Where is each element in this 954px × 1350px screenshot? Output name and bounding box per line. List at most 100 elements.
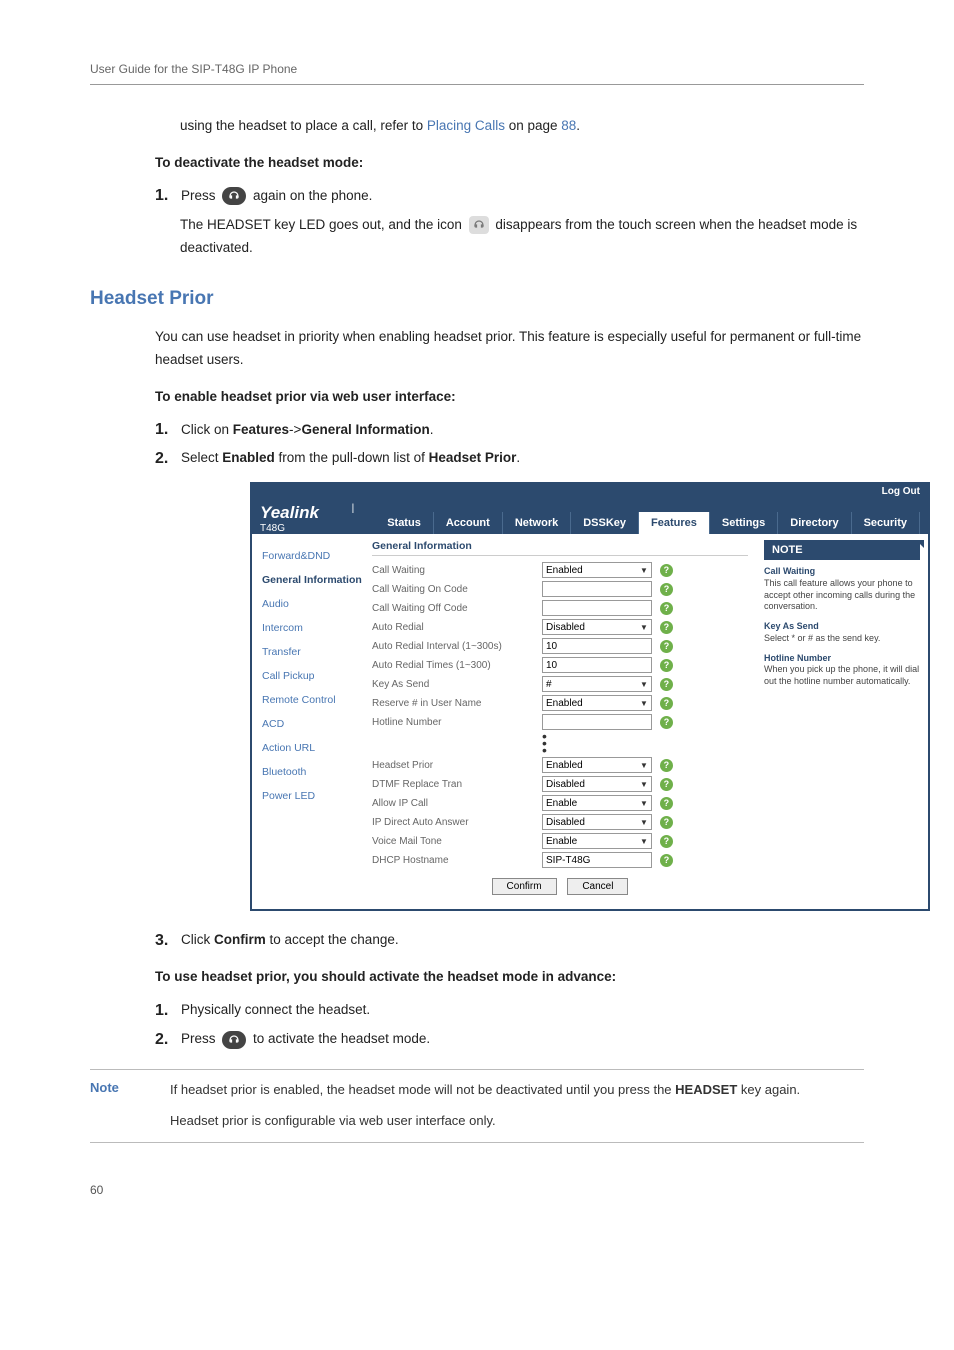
estep3-c: to accept the change. [266, 932, 399, 947]
settings-label: DHCP Hostname [372, 855, 542, 866]
page-88-link[interactable]: 88 [561, 118, 576, 133]
help-icon[interactable]: ? [660, 602, 673, 615]
dropdown-field[interactable] [542, 795, 652, 811]
chevron-down-icon: ▼ [640, 761, 648, 770]
settings-row: Call Waiting On Code? [372, 581, 748, 597]
group-title: General Information [372, 540, 748, 556]
headset-key-icon [222, 187, 246, 205]
estep1-e: . [430, 422, 434, 437]
ustep2-number: 2. [155, 1031, 181, 1049]
logout-link[interactable]: Log Out [882, 486, 920, 497]
page-header: User Guide for the SIP-T48G IP Phone [90, 62, 297, 76]
cancel-button[interactable]: Cancel [567, 878, 628, 895]
section-paragraph: You can use headset in priority when ena… [155, 326, 864, 372]
settings-row: Headset Prior▼? [372, 757, 748, 773]
sidebar-item[interactable]: Forward&DND [252, 544, 372, 568]
main-panel: General Information Call Waiting▼?Call W… [372, 534, 756, 909]
step1-text: Press again on the phone. [181, 185, 864, 208]
dropdown-field[interactable] [542, 562, 652, 578]
estep2-c: from the pull-down list of [275, 450, 429, 465]
sidebar-item[interactable]: Intercom [252, 616, 372, 640]
chevron-down-icon: ▼ [640, 680, 648, 689]
settings-label: Voice Mail Tone [372, 836, 542, 847]
dropdown-field[interactable] [542, 833, 652, 849]
dropdown-field[interactable] [542, 757, 652, 773]
note-panel-head: NOTE [764, 540, 920, 560]
text-field[interactable] [542, 714, 652, 730]
dropdown-field[interactable] [542, 776, 652, 792]
confirm-button[interactable]: Confirm [492, 878, 557, 895]
settings-label: Call Waiting On Code [372, 584, 542, 595]
sidebar-item[interactable]: Audio [252, 592, 372, 616]
help-icon[interactable]: ? [660, 778, 673, 791]
sidebar-item[interactable]: Power LED [252, 784, 372, 808]
note-line2: Headset prior is configurable via web us… [170, 1111, 800, 1132]
sidebar-item[interactable]: Call Pickup [252, 664, 372, 688]
sidebar-item[interactable]: Action URL [252, 736, 372, 760]
help-icon[interactable]: ? [660, 564, 673, 577]
tab-status[interactable]: Status [375, 512, 434, 534]
help-icon[interactable]: ? [660, 640, 673, 653]
help-icon[interactable]: ? [660, 854, 673, 867]
dropdown-field[interactable] [542, 814, 652, 830]
estep3-number: 3. [155, 932, 181, 950]
help-icon[interactable]: ? [660, 659, 673, 672]
settings-row: Key As Send▼? [372, 676, 748, 692]
help-icon[interactable]: ? [660, 835, 673, 848]
estep3-a: Click [181, 932, 214, 947]
help-icon[interactable]: ? [660, 759, 673, 772]
tab-settings[interactable]: Settings [710, 512, 778, 534]
settings-label: Call Waiting Off Code [372, 603, 542, 614]
help-icon[interactable]: ? [660, 583, 673, 596]
help-icon[interactable]: ? [660, 678, 673, 691]
settings-row: Voice Mail Tone▼? [372, 833, 748, 849]
settings-label: Auto Redial Interval (1~300s) [372, 641, 542, 652]
ellipsis-dots: ••• [542, 733, 748, 754]
sidebar-item[interactable]: Bluetooth [252, 760, 372, 784]
estep1-b: Features [233, 422, 289, 437]
settings-row: Auto Redial▼? [372, 619, 748, 635]
chevron-down-icon: ▼ [640, 623, 648, 632]
settings-row: Reserve # in User Name▼? [372, 695, 748, 711]
estep2-e: . [516, 450, 520, 465]
tab-account[interactable]: Account [434, 512, 503, 534]
estep2-a: Select [181, 450, 222, 465]
tab-dsskey[interactable]: DSSKey [571, 512, 639, 534]
intro-text-b: on page [505, 118, 561, 133]
text-field[interactable] [542, 600, 652, 616]
tab-directory[interactable]: Directory [778, 512, 851, 534]
step1-description: The HEADSET key LED goes out, and the ic… [180, 214, 864, 260]
deactivate-heading: To deactivate the headset mode: [155, 152, 864, 175]
sidebar-item[interactable]: Transfer [252, 640, 372, 664]
tab-security[interactable]: Security [852, 512, 920, 534]
step1-desc-a: The HEADSET key LED goes out, and the ic… [180, 217, 466, 232]
sidebar-item[interactable]: General Information [252, 568, 372, 592]
help-icon[interactable]: ? [660, 816, 673, 829]
step1-b: again on the phone. [253, 188, 372, 203]
chevron-down-icon: ▼ [640, 699, 648, 708]
tab-features[interactable]: Features [639, 512, 710, 534]
dropdown-field[interactable] [542, 619, 652, 635]
text-field[interactable] [542, 657, 652, 673]
help-icon[interactable]: ? [660, 621, 673, 634]
tab-network[interactable]: Network [503, 512, 571, 534]
estep3-text: Click Confirm to accept the change. [181, 929, 864, 952]
help-icon[interactable]: ? [660, 797, 673, 810]
text-field[interactable] [542, 852, 652, 868]
sidebar-item[interactable]: Remote Control [252, 688, 372, 712]
note-line1-b: HEADSET [675, 1082, 737, 1097]
ustep2-b: to activate the headset mode. [253, 1031, 430, 1046]
sidebar-item[interactable]: ACD [252, 712, 372, 736]
dropdown-field[interactable] [542, 676, 652, 692]
settings-row: Auto Redial Interval (1~300s)? [372, 638, 748, 654]
help-icon[interactable]: ? [660, 716, 673, 729]
estep2-b: Enabled [222, 450, 275, 465]
settings-label: Auto Redial Times (1~300) [372, 660, 542, 671]
text-field[interactable] [542, 581, 652, 597]
chevron-down-icon: ▼ [640, 799, 648, 808]
dropdown-field[interactable] [542, 695, 652, 711]
help-icon[interactable]: ? [660, 697, 673, 710]
text-field[interactable] [542, 638, 652, 654]
placing-calls-link[interactable]: Placing Calls [427, 118, 505, 133]
enable-heading: To enable headset prior via web user int… [155, 386, 864, 409]
